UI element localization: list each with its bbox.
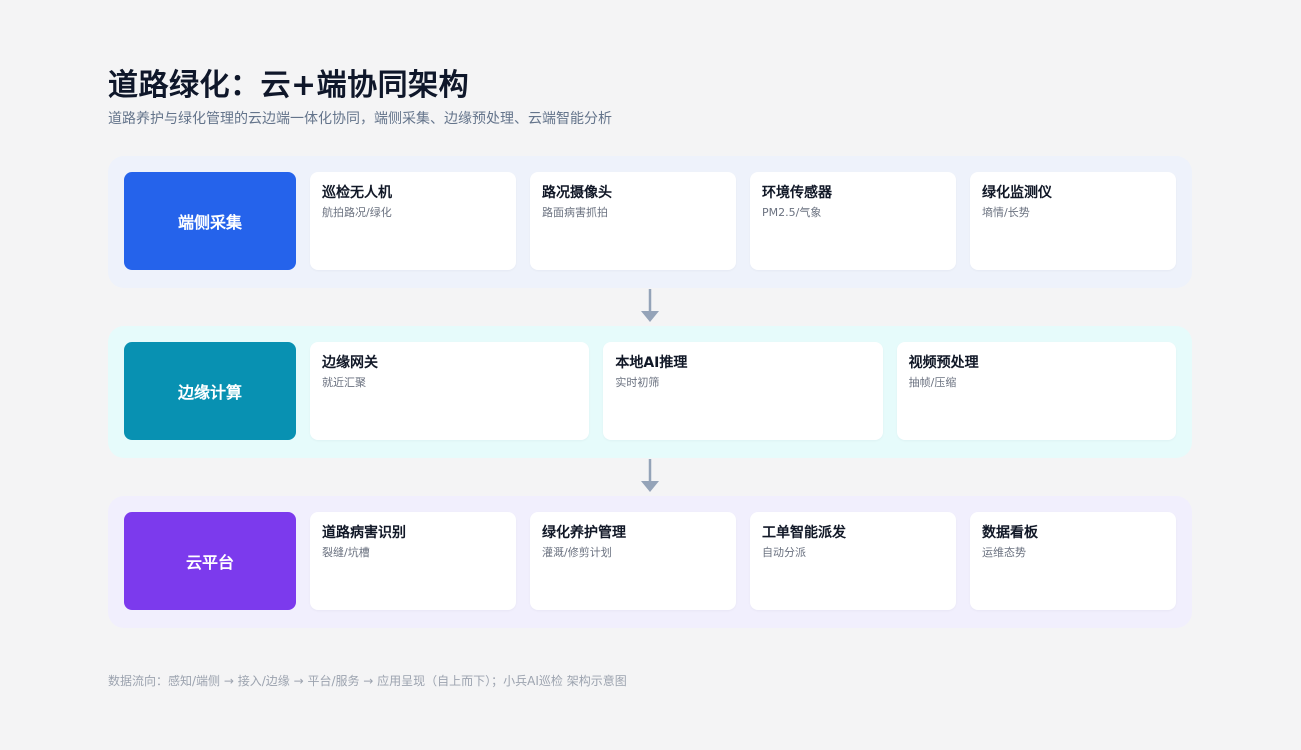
layer-cards: 边缘网关 就近汇聚 本地AI推理 实时初筛 视频预处理 抽帧/压缩 <box>310 342 1176 440</box>
card-title: 数据看板 <box>982 525 1038 541</box>
flow-down-arrow-icon <box>641 289 659 322</box>
layer-label: 边缘计算 <box>124 342 296 440</box>
card-title: 工单智能派发 <box>762 525 846 541</box>
card-title: 本地AI推理 <box>615 355 688 371</box>
layer-cloud-platform: 云平台 道路病害识别 裂缝/坑槽 绿化养护管理 灌溉/修剪计划 工单智能派发 自… <box>108 496 1192 628</box>
card-desc: 抽帧/压缩 <box>908 376 957 389</box>
layer-edge-computing: 边缘计算 边缘网关 就近汇聚 本地AI推理 实时初筛 视频预处理 抽帧/压缩 <box>108 326 1192 458</box>
component-card: 巡检无人机 航拍路况/绿化 <box>310 172 516 270</box>
card-desc: PM2.5/气象 <box>762 206 822 219</box>
component-card: 道路病害识别 裂缝/坑槽 <box>310 512 516 610</box>
card-desc: 航拍路况/绿化 <box>322 206 392 219</box>
card-title: 路况摄像头 <box>542 185 612 201</box>
card-desc: 实时初筛 <box>615 376 660 389</box>
footer-note: 数据流向：感知/端侧 → 接入/边缘 → 平台/服务 → 应用呈现（自上而下）；… <box>108 674 627 688</box>
card-desc: 就近汇聚 <box>322 376 366 389</box>
card-title: 巡检无人机 <box>322 185 392 201</box>
card-desc: 运维态势 <box>982 546 1026 559</box>
layer-label: 端侧采集 <box>124 172 296 270</box>
component-card: 数据看板 运维态势 <box>970 512 1176 610</box>
component-card: 环境传感器 PM2.5/气象 <box>750 172 956 270</box>
card-desc: 路面病害抓拍 <box>542 206 608 219</box>
card-title: 环境传感器 <box>762 185 832 201</box>
card-title: 道路病害识别 <box>322 525 406 541</box>
card-desc: 墒情/长势 <box>982 206 1030 219</box>
card-desc: 裂缝/坑槽 <box>322 546 370 559</box>
layer-edge-collection: 端侧采集 巡检无人机 航拍路况/绿化 路况摄像头 路面病害抓拍 环境传感器 PM… <box>108 156 1192 288</box>
layer-cards: 巡检无人机 航拍路况/绿化 路况摄像头 路面病害抓拍 环境传感器 PM2.5/气… <box>310 172 1176 270</box>
component-card: 边缘网关 就近汇聚 <box>310 342 590 440</box>
card-title: 绿化养护管理 <box>542 525 626 541</box>
layer-cards: 道路病害识别 裂缝/坑槽 绿化养护管理 灌溉/修剪计划 工单智能派发 自动分派 … <box>310 512 1176 610</box>
page-subtitle: 道路养护与绿化管理的云边端一体化协同，端侧采集、边缘预处理、云端智能分析 <box>108 111 612 127</box>
card-title: 视频预处理 <box>908 355 979 371</box>
card-title: 绿化监测仪 <box>982 185 1052 201</box>
architecture-diagram: 道路绿化：云+端协同架构 道路养护与绿化管理的云边端一体化协同，端侧采集、边缘预… <box>0 0 1301 750</box>
component-card: 路况摄像头 路面病害抓拍 <box>530 172 736 270</box>
card-desc: 自动分派 <box>762 546 806 559</box>
card-title: 边缘网关 <box>322 355 378 371</box>
component-card: 工单智能派发 自动分派 <box>750 512 956 610</box>
flow-down-arrow-icon <box>641 459 659 492</box>
component-card: 绿化监测仪 墒情/长势 <box>970 172 1176 270</box>
component-card: 本地AI推理 实时初筛 <box>603 342 883 440</box>
card-desc: 灌溉/修剪计划 <box>542 546 612 559</box>
component-card: 视频预处理 抽帧/压缩 <box>896 342 1176 440</box>
page-title: 道路绿化：云+端协同架构 <box>108 68 470 103</box>
layer-label: 云平台 <box>124 512 296 610</box>
component-card: 绿化养护管理 灌溉/修剪计划 <box>530 512 736 610</box>
